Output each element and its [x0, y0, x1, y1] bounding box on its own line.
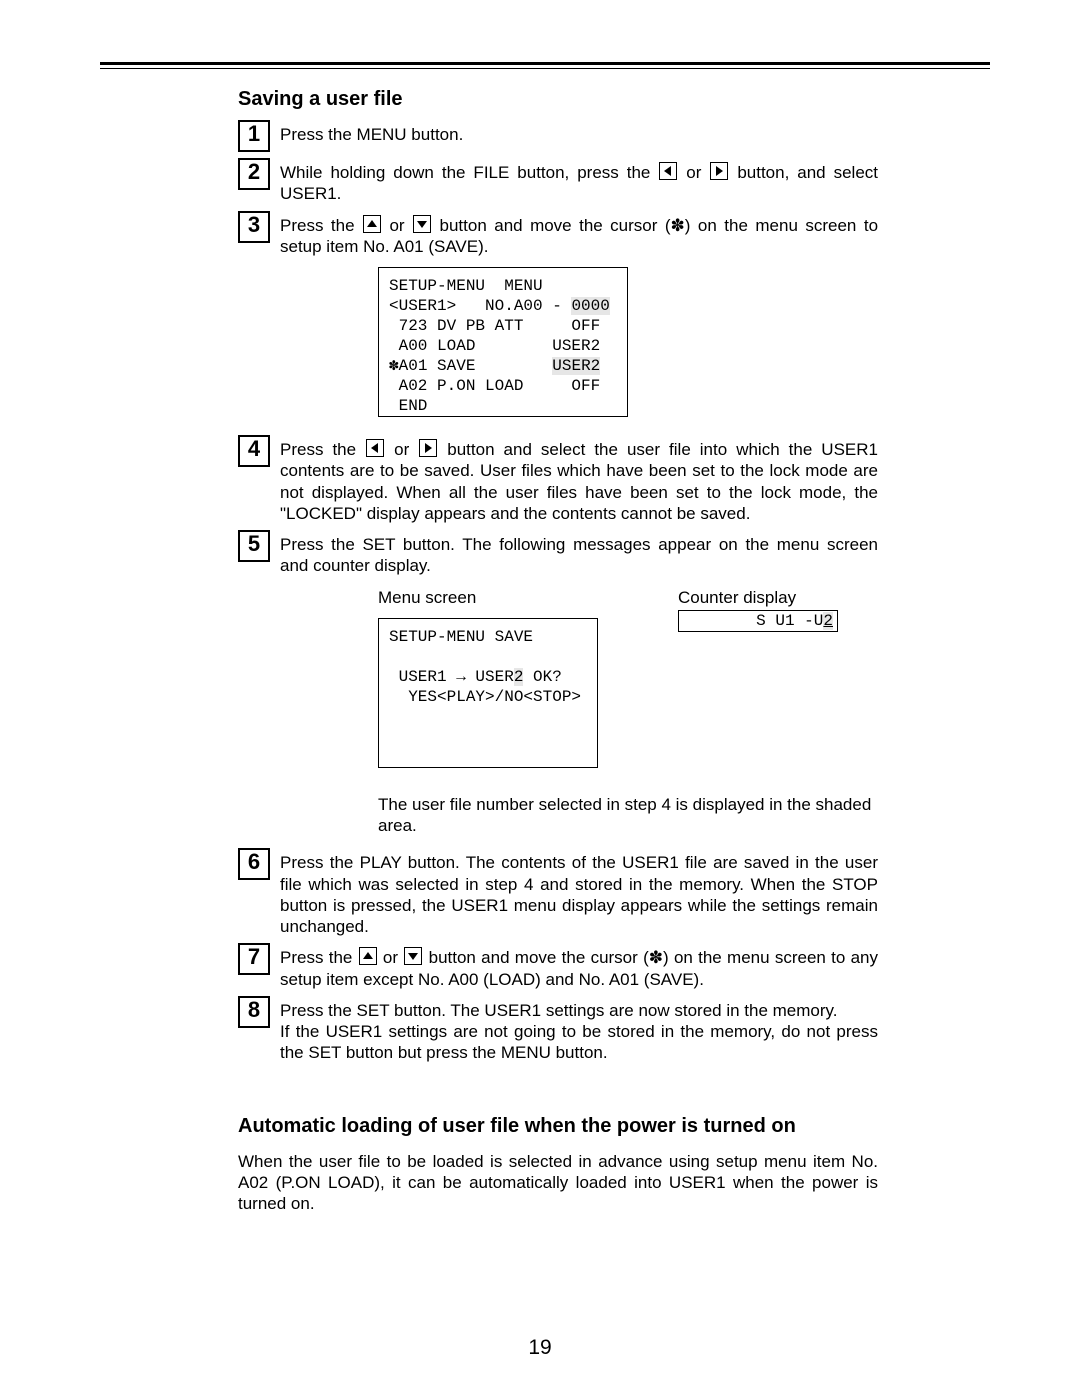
step-text: Press the: [280, 440, 365, 459]
step-number-box: 3: [238, 211, 270, 243]
step-text: Press the: [280, 216, 362, 235]
section-title-saving: Saving a user file: [238, 87, 878, 112]
step-body: Press the MENU button.: [280, 124, 878, 145]
step-body: Press the SET button. The following mess…: [280, 534, 878, 577]
menu-screen-label: Menu screen: [378, 587, 598, 608]
step-body: While holding down the FILE button, pres…: [280, 162, 878, 205]
step-text: button and move the cursor (: [423, 948, 648, 967]
step-number-box: 2: [238, 158, 270, 190]
step-row: 5 Press the SET button. The following me…: [238, 534, 878, 577]
down-arrow-button-icon: [404, 947, 422, 965]
cursor-glyph: ✽: [671, 216, 685, 235]
step-text: or: [385, 440, 418, 459]
step-text: While holding down the FILE button, pres…: [280, 163, 658, 182]
right-arrow-button-icon: [710, 162, 728, 180]
auto-load-section: Automatic loading of user file when the …: [238, 1114, 878, 1215]
page: Saving a user file 1 Press the MENU butt…: [0, 0, 1080, 1397]
menu-line: USER1 → USER: [389, 668, 514, 686]
menu-line: ✽A01 SAVE: [389, 357, 552, 375]
step-number-box: 4: [238, 435, 270, 467]
step-number-box: 8: [238, 996, 270, 1028]
step-body: Press the or button and select the user …: [280, 439, 878, 524]
step-row: 4 Press the or button and select the use…: [238, 439, 878, 524]
menu-line: SETUP-MENU MENU: [389, 277, 543, 295]
header-rule: [100, 62, 990, 69]
menu-screen-column: Menu screen SETUP-MENU SAVE USER1 → USER…: [378, 587, 598, 790]
step5-caption: The user file number selected in step 4 …: [378, 794, 878, 837]
section-title-auto-load: Automatic loading of user file when the …: [238, 1114, 878, 1139]
down-arrow-button-icon: [413, 215, 431, 233]
menu-value-shaded: USER2: [552, 357, 600, 375]
menu-line: A02 P.ON LOAD OFF: [389, 377, 600, 395]
menu-line: OK?: [523, 668, 561, 686]
up-arrow-button-icon: [359, 947, 377, 965]
step-text: Press the SET button. The following mess…: [280, 535, 878, 575]
menu-value-shaded: 2: [514, 668, 524, 686]
step-text: Press the: [280, 948, 358, 967]
left-arrow-button-icon: [366, 439, 384, 457]
counter-display-column: Counter display S U1 -U2: [678, 587, 838, 632]
menu-screen-display: SETUP-MENU SAVE USER1 → USER2 OK? YES<PL…: [378, 618, 598, 768]
page-number: 19: [0, 1335, 1080, 1361]
step-number-box: 6: [238, 848, 270, 880]
step-text: If the USER1 settings are not going to b…: [280, 1022, 878, 1062]
counter-display-label: Counter display: [678, 587, 838, 608]
step-row: 3 Press the or button and move the curso…: [238, 215, 878, 258]
step-number-box: 5: [238, 530, 270, 562]
menu-line: <USER1> NO.A00 -: [389, 297, 571, 315]
step-number-box: 7: [238, 943, 270, 975]
right-arrow-button-icon: [419, 439, 437, 457]
menu-value-shaded: 0000: [571, 297, 609, 315]
menu-line: END: [389, 397, 427, 415]
menu-line: SETUP-MENU SAVE: [389, 628, 533, 646]
counter-text: S U1 -U: [756, 612, 823, 630]
step-text: or: [678, 163, 709, 182]
step-row: 6 Press the PLAY button. The contents of…: [238, 852, 878, 937]
step-row: 7 Press the or button and move the curso…: [238, 947, 878, 990]
step-number-box: 1: [238, 120, 270, 152]
step-body: Press the PLAY button. The contents of t…: [280, 852, 878, 937]
step-text: or: [382, 216, 412, 235]
menu-screen-display: SETUP-MENU MENU <USER1> NO.A00 - 0000 72…: [378, 267, 628, 417]
step-body: Press the or button and move the cursor …: [280, 215, 878, 258]
step-row: 1 Press the MENU button.: [238, 124, 878, 152]
step-text: or: [378, 948, 404, 967]
step-row: 8 Press the SET button. The USER1 settin…: [238, 1000, 878, 1064]
counter-display: S U1 -U2: [678, 610, 838, 632]
counter-value-shaded: 2: [823, 612, 833, 630]
step-body: Press the or button and move the cursor …: [280, 947, 878, 990]
step-body: Press the SET button. The USER1 settings…: [280, 1000, 878, 1064]
menu-line: 723 DV PB ATT OFF: [389, 317, 600, 335]
menu-line: A00 LOAD USER2: [389, 337, 600, 355]
section-body: When the user file to be loaded is selec…: [238, 1151, 878, 1215]
up-arrow-button-icon: [363, 215, 381, 233]
step-text: button and move the cursor (: [432, 216, 670, 235]
cursor-glyph: ✽: [649, 948, 663, 967]
screens-row: Menu screen SETUP-MENU SAVE USER1 → USER…: [378, 587, 878, 790]
left-arrow-button-icon: [659, 162, 677, 180]
content-column: Saving a user file 1 Press the MENU butt…: [238, 87, 878, 1214]
step-text: Press the PLAY button. The contents of t…: [280, 853, 878, 936]
step-text: Press the MENU button.: [280, 125, 463, 144]
menu-line: YES<PLAY>/NO<STOP>: [389, 688, 581, 706]
step-row: 2 While holding down the FILE button, pr…: [238, 162, 878, 205]
step-text: Press the SET button. The USER1 settings…: [280, 1001, 838, 1020]
